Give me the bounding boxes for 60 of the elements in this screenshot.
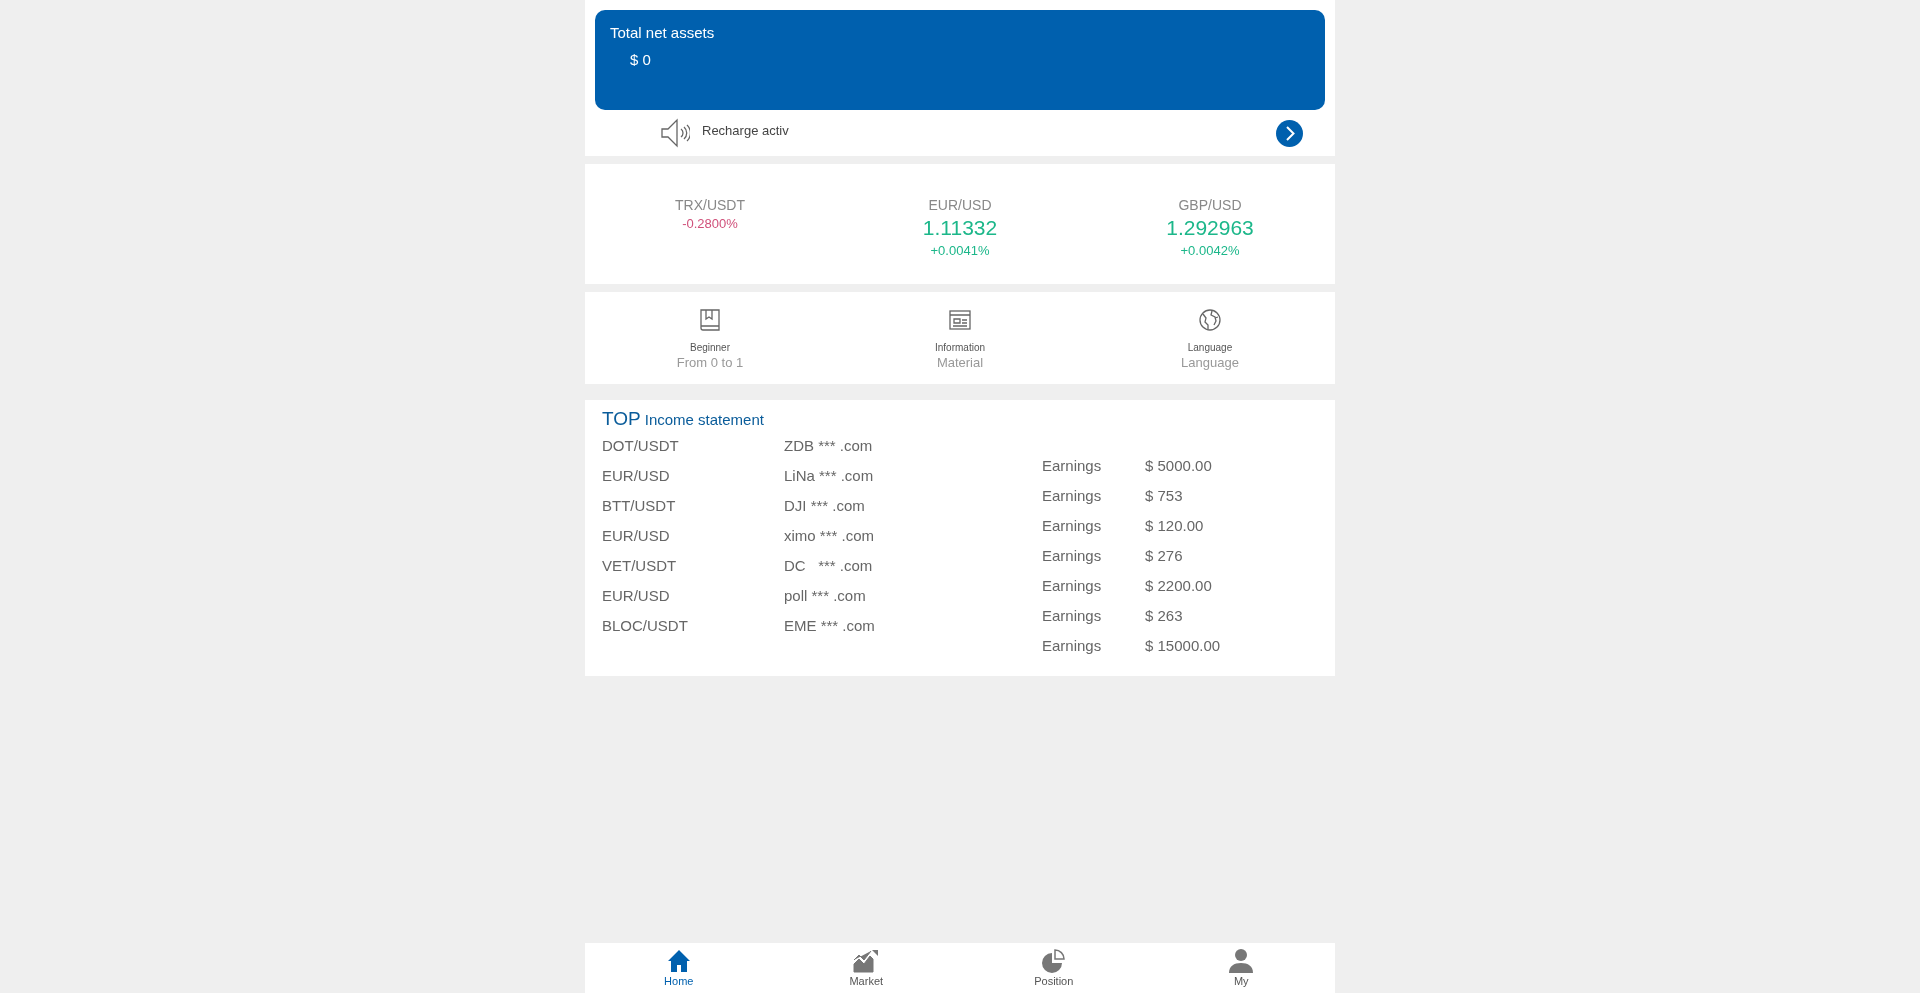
shortcut-subtitle: Language (1181, 355, 1239, 370)
user-cell-text: LiNa *** .com (784, 466, 875, 484)
speaker-icon (660, 118, 690, 148)
user-icon (1228, 949, 1255, 973)
pair-cell-text: EUR/USD (602, 586, 671, 604)
notice-text: Recharge activ (702, 122, 790, 138)
user-cell-text: EME *** .com (784, 616, 876, 634)
earnings-label: Earnings (1042, 576, 1103, 594)
ticker-price: 1.292963 (1166, 216, 1254, 240)
user-cell-text: ximo *** .com (784, 526, 876, 544)
ticker-pair: TRX/USDT (675, 197, 745, 213)
shortcut-subtitle: From 0 to 1 (676, 355, 744, 370)
nav-tab[interactable]: Position (960, 943, 1148, 993)
user-cell-text: ZDB *** .com (784, 436, 874, 454)
income-title: Income statement (644, 411, 764, 428)
pair-cell-text: VET/USDT (602, 556, 678, 574)
pair-cell-text: BLOC/USDT (602, 616, 689, 634)
ticker-change: +0.0042% (1180, 243, 1240, 258)
ticker-price: 1.11332 (922, 216, 998, 240)
nav-tab[interactable]: Market (772, 943, 960, 993)
shortcut-title[interactable]: Beginner (690, 342, 730, 353)
nav-tab[interactable]: My (1147, 943, 1335, 993)
earnings-label: Earnings (1042, 606, 1103, 624)
shortcut-title[interactable]: Information (935, 342, 985, 353)
book-icon (698, 308, 722, 332)
earnings-amount: $ 753 (1145, 486, 1184, 504)
earnings-amount: $ 120.00 (1145, 516, 1205, 534)
user-cell-text: poll *** .com (784, 586, 867, 604)
home-icon (666, 949, 691, 973)
earnings-label: Earnings (1042, 516, 1103, 534)
ticker-change: -0.2800% (682, 216, 738, 231)
earnings-label: Earnings (1042, 636, 1103, 654)
nav-tab[interactable]: Home (585, 943, 773, 993)
shortcut-title[interactable]: Language (1187, 342, 1233, 353)
top-label: TOP (602, 408, 641, 430)
pair-cell-text: EUR/USD (602, 466, 671, 484)
assets-value: $ 0 (630, 51, 652, 68)
earnings-amount: $ 5000.00 (1145, 456, 1213, 474)
pie-chart-icon (1040, 949, 1067, 973)
newspaper-icon (948, 308, 972, 332)
ticker-change: +0.0041% (930, 243, 990, 258)
earnings-amount: $ 263 (1145, 606, 1184, 624)
ticker-pair: EUR/USD (928, 197, 992, 213)
earnings-amount: $ 276 (1145, 546, 1184, 564)
pair-cell-text: BTT/USDT (602, 496, 677, 514)
earnings-label: Earnings (1042, 456, 1103, 474)
ticker-pair: GBP/USD (1178, 197, 1242, 213)
earnings-label: Earnings (1042, 486, 1103, 504)
chart-icon (853, 949, 880, 973)
shortcut-subtitle: Material (936, 355, 984, 370)
pair-cell-text: DOT/USDT (602, 436, 680, 454)
user-cell-text: DC *** .com (784, 556, 874, 574)
earnings-amount: $ 2200.00 (1145, 576, 1213, 594)
arrow-right-icon[interactable] (1276, 119, 1303, 147)
earnings-label: Earnings (1042, 546, 1103, 564)
pair-cell-text: EUR/USD (602, 526, 671, 544)
user-cell-text: DJI *** .com (784, 496, 866, 514)
globe-icon (1198, 308, 1222, 332)
assets-title: Total net assets (610, 24, 716, 41)
earnings-amount: $ 15000.00 (1145, 636, 1222, 654)
